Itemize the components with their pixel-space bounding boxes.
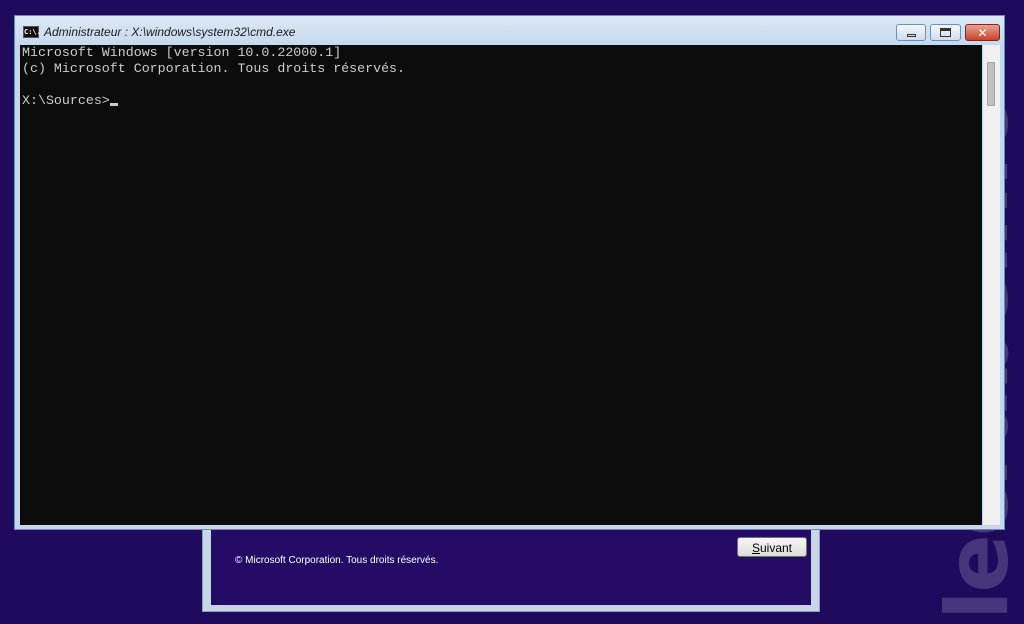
console-line: (c) Microsoft Corporation. Tous droits r… <box>22 61 406 76</box>
close-icon: ✕ <box>977 25 988 40</box>
prompt-line[interactable]: X:\Sources> <box>20 93 982 109</box>
minimize-icon <box>906 34 916 37</box>
console-line: Microsoft Windows [version 10.0.22000.1] <box>22 45 342 60</box>
next-button[interactable]: Suivant <box>737 537 807 557</box>
vertical-scrollbar[interactable] <box>983 45 1000 525</box>
console-output[interactable]: Microsoft Windows [version 10.0.22000.1]… <box>20 45 982 525</box>
minimize-button[interactable] <box>896 24 926 41</box>
prompt-text: X:\Sources> <box>22 93 110 108</box>
maximize-icon <box>940 28 951 37</box>
title-bar[interactable]: C:\. Administrateur : X:\windows\system3… <box>15 16 1004 46</box>
setup-content: © Microsoft Corporation. Tous droits rés… <box>211 529 811 605</box>
cmd-window: C:\. Administrateur : X:\windows\system3… <box>14 15 1005 530</box>
close-button[interactable]: ✕ <box>965 24 1000 41</box>
scrollbar-thumb[interactable] <box>987 62 995 106</box>
cmd-app-icon[interactable]: C:\. <box>23 26 41 38</box>
text-cursor <box>109 103 118 106</box>
next-button-accesskey: S <box>751 541 760 555</box>
setup-copyright: © Microsoft Corporation. Tous droits rés… <box>235 555 439 566</box>
window-title: Administrateur : X:\windows\system32\cmd… <box>44 25 296 39</box>
maximize-button[interactable] <box>930 24 961 41</box>
next-button-label: uivant <box>759 541 793 555</box>
